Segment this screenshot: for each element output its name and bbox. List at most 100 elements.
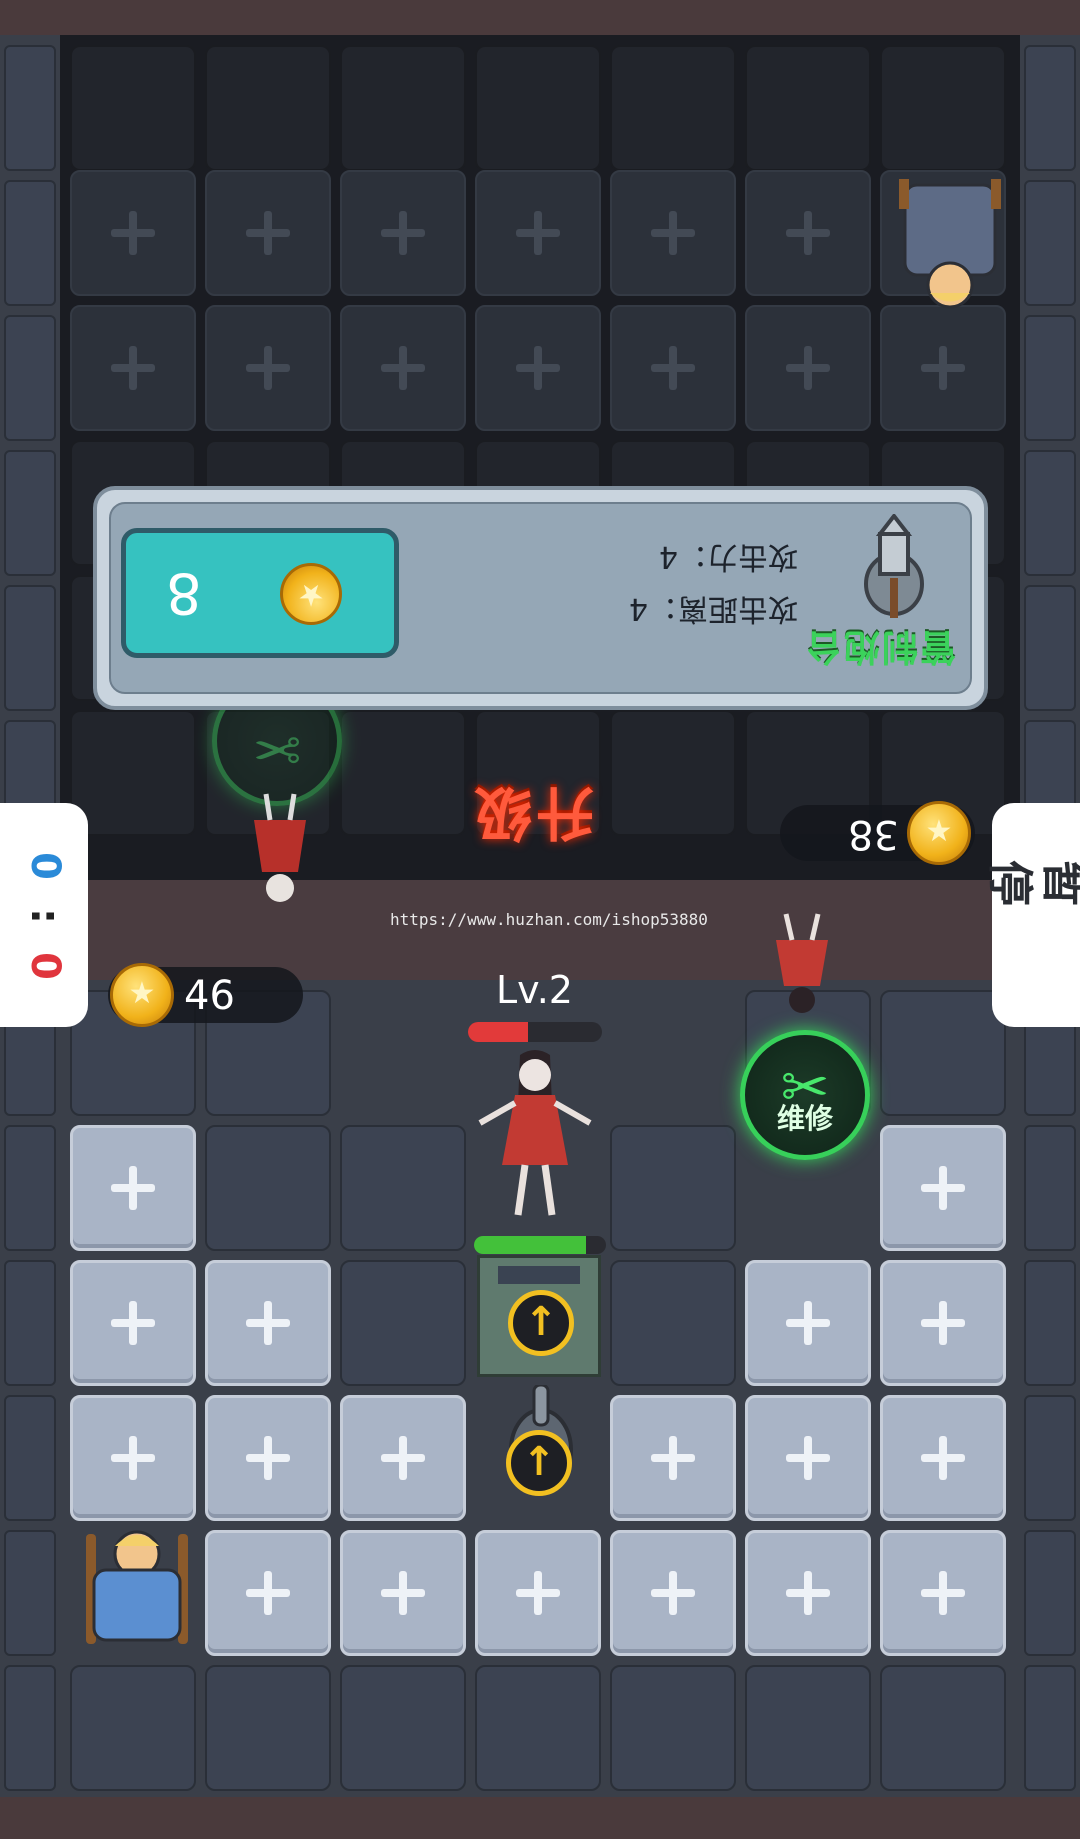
enemy-gold-counter: 38 [780,801,975,865]
wall-tile [1024,1665,1076,1791]
ghost-hp-bar [468,1022,602,1042]
upgrade-panel[interactable]: 管制炮台 攻击距离：4 攻击力：4 8 [93,486,988,710]
empty-build-slot[interactable] [880,1395,1006,1521]
enemy-tile [340,45,466,171]
enemy-tile [745,305,871,431]
empty-build-slot[interactable] [610,1395,736,1521]
door-upgrade-arrow-icon[interactable] [508,1290,574,1356]
empty-build-slot[interactable] [745,1260,871,1386]
empty-build-slot[interactable] [880,1260,1006,1386]
empty-build-slot[interactable] [340,1395,466,1521]
empty-build-slot[interactable] [340,1530,466,1656]
bed-icon[interactable] [82,1520,192,1655]
plus-icon [921,1436,965,1480]
plus-icon [651,346,695,390]
plus-icon [921,1166,965,1210]
enemy-tile [70,45,196,171]
empty-build-slot[interactable] [70,1125,196,1251]
plus-icon [111,346,155,390]
empty-build-slot[interactable] [745,1530,871,1656]
empty-build-slot[interactable] [205,1395,331,1521]
plus-icon [111,1436,155,1480]
enemy-ghost-icon [254,793,306,902]
enemy-tile [70,170,196,296]
plus-icon [381,1571,425,1615]
plus-icon [381,211,425,255]
enemy-tile [475,305,601,431]
empty-build-slot[interactable] [610,1530,736,1656]
enemy-tile [475,170,601,296]
enemy-gold-value: 38 [848,811,899,857]
score-panel: 0 : 0 [0,803,88,1027]
fallen-ghost-icon [776,913,828,1013]
wall-tile [4,45,56,171]
wall-tile [4,1530,56,1656]
empty-build-slot[interactable] [70,1260,196,1386]
floor-tile [340,1260,466,1386]
upgrade-button-label[interactable]: 升级 [470,776,594,860]
plus-icon [111,211,155,255]
empty-build-slot[interactable] [70,1395,196,1521]
attack-power-label: 攻击力：4 [658,539,798,574]
turret-upgrade-arrow-icon[interactable] [506,1430,572,1496]
plus-icon [651,1571,695,1615]
enemy-tile [70,710,196,836]
enemy-tile [340,710,466,836]
plus-icon [786,1571,830,1615]
empty-build-slot[interactable] [880,1530,1006,1656]
plus-icon [516,346,560,390]
enemy-tile [610,45,736,171]
plus-icon [921,346,965,390]
wall-tile [4,180,56,306]
empty-build-slot[interactable] [475,1530,601,1656]
ghost-hp-fill [468,1022,529,1042]
pause-label: 暂停 [983,860,1080,906]
player-gold-counter: 46 [108,963,303,1027]
floor-tile [745,1665,871,1791]
floor-tile [880,990,1006,1116]
floor-tile [610,1665,736,1791]
top-wall [0,0,1080,35]
plus-icon [651,1436,695,1480]
wall-tile [4,450,56,576]
plus-icon [246,346,290,390]
coin-icon [280,563,342,625]
wall-tile [1024,1395,1076,1521]
coin-icon [110,963,174,1027]
empty-build-slot[interactable] [745,1395,871,1521]
wall-tile [1024,450,1076,576]
enemy-tile [610,170,736,296]
empty-build-slot[interactable] [205,1530,331,1656]
score-left: 0 [22,852,68,880]
enemy-tile [745,45,871,171]
plus-icon [921,1571,965,1615]
upgrade-cost-value: 8 [166,560,202,625]
bottom-wall [0,1797,1080,1839]
upgrade-cost-button[interactable]: 8 [121,528,399,658]
enemy-tile [880,45,1006,171]
floor-tile [340,1125,466,1251]
wall-tile [4,1260,56,1386]
attack-range-label: 攻击距离：4 [628,591,798,626]
wall-tile [1024,1260,1076,1386]
ghost-level-label: Lv.2 [496,968,573,1012]
turret-icon [864,514,924,618]
score-separator: : [22,908,68,924]
turret-name: 管制炮台 [803,626,956,667]
empty-build-slot[interactable] [205,1260,331,1386]
pause-button[interactable]: 暂停 [983,803,1080,1027]
empty-build-slot[interactable] [880,1125,1006,1251]
enemy-tile [70,305,196,431]
floor-tile [70,1665,196,1791]
enemy-bed-icon [899,179,1001,309]
wall-tile [4,1125,56,1251]
wall-tile [4,585,56,711]
enemy-tile [205,305,331,431]
enemy-tile [205,170,331,296]
floor-tile [880,1665,1006,1791]
repair-button[interactable]: ✂ 维修 [740,1030,870,1160]
plus-icon [651,211,695,255]
enemy-tile [340,170,466,296]
wall-tile [1024,1530,1076,1656]
floor-tile [340,1665,466,1791]
